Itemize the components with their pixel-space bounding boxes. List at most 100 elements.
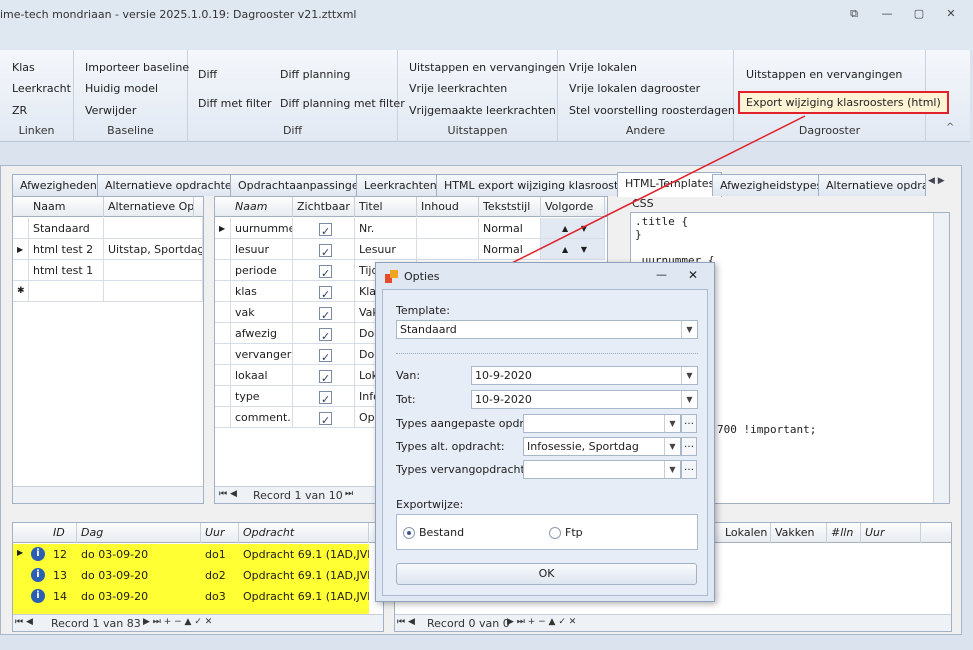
template-alt[interactable] bbox=[104, 260, 203, 281]
table-row[interactable]: i 13 do 03-09-20 do2 Opdracht 69.1 (1AD,… bbox=[13, 565, 369, 586]
field-name[interactable]: klas bbox=[231, 281, 293, 302]
radio-ftp[interactable]: Ftp bbox=[549, 526, 583, 539]
column-header[interactable]: ID bbox=[49, 523, 77, 543]
diff-planning-met-filter-button[interactable]: Diff planning met filter bbox=[280, 97, 405, 110]
radio-icon[interactable] bbox=[549, 527, 561, 539]
uitstappen-vervangingen-button[interactable]: Uitstappen en vervangingen bbox=[409, 61, 565, 74]
field-name[interactable]: comment... bbox=[231, 407, 293, 428]
chevron-down-icon[interactable]: ▼ bbox=[681, 321, 697, 338]
ribbon-collapse-icon[interactable]: ^ bbox=[946, 122, 954, 133]
tab-leerkrachten[interactable]: Leerkrachten bbox=[356, 174, 445, 196]
field-name[interactable]: vervanger bbox=[231, 344, 293, 365]
van-date-field[interactable]: 10-9-2020 ▼ bbox=[471, 366, 698, 385]
verwijder-button[interactable]: Verwijder bbox=[85, 104, 136, 117]
types-aangepaste-select[interactable]: ▼ bbox=[523, 414, 681, 433]
field-name[interactable]: lokaal bbox=[231, 365, 293, 386]
template-name[interactable]: html test 1 bbox=[29, 260, 104, 281]
field-title[interactable]: Lesuur bbox=[355, 239, 417, 260]
horizontal-scrollbar[interactable] bbox=[13, 486, 203, 503]
nav-next-icon[interactable]: ⏭ bbox=[345, 489, 353, 499]
checkbox[interactable] bbox=[319, 326, 332, 343]
field-name[interactable]: type bbox=[231, 386, 293, 407]
chevron-down-icon[interactable]: ▼ bbox=[664, 461, 680, 478]
diff-met-filter-button[interactable]: Diff met filter bbox=[198, 97, 271, 110]
nav-first-icon[interactable]: ⏮ ◀ bbox=[15, 617, 33, 627]
diff-button[interactable]: Diff bbox=[198, 68, 217, 81]
nav-first-icon[interactable]: ⏮ ◀ bbox=[397, 617, 415, 627]
checkbox[interactable] bbox=[319, 242, 332, 259]
dagrooster-uitstappen-button[interactable]: Uitstappen en vervangingen bbox=[746, 68, 902, 81]
ribbon-zr-button[interactable]: ZR bbox=[12, 104, 27, 117]
minimize-button[interactable]: — bbox=[878, 6, 896, 22]
ellipsis-button[interactable]: … bbox=[681, 460, 697, 479]
maximize-button[interactable]: ▢ bbox=[910, 6, 928, 22]
vrije-lokalen-dagrooster-button[interactable]: Vrije lokalen dagrooster bbox=[569, 82, 700, 95]
chevron-down-icon[interactable]: ▼ bbox=[681, 391, 697, 408]
chevron-down-icon[interactable]: ▼ bbox=[664, 415, 680, 432]
restore-icon[interactable]: ⧉ bbox=[845, 6, 863, 22]
radio-icon[interactable] bbox=[403, 527, 415, 539]
column-header[interactable]: Uur bbox=[201, 523, 239, 543]
nav-controls-icon[interactable]: ▶ ⏭ + − ▲ ✓ ✕ bbox=[507, 617, 576, 627]
tab-alternatieve-opdrac[interactable]: Alternatieve opdrac bbox=[818, 174, 926, 196]
field-name[interactable]: vak bbox=[231, 302, 293, 323]
dialog-minimize-button[interactable]: — bbox=[656, 268, 667, 281]
nav-controls-icon[interactable]: ▶ ⏭ + − ▲ ✓ ✕ bbox=[143, 617, 212, 627]
ribbon-leerkracht-button[interactable]: Leerkracht bbox=[12, 82, 71, 95]
column-header[interactable]: Lokalen bbox=[721, 523, 771, 543]
column-header[interactable]: Vakken bbox=[771, 523, 827, 543]
chevron-down-icon[interactable]: ▼ bbox=[664, 438, 680, 455]
tab-scroll-icons[interactable]: ◀ ▶ bbox=[928, 176, 945, 186]
tab-alternatieve-opdrachten[interactable]: Alternatieve opdrachten bbox=[97, 174, 247, 196]
huidig-model-button[interactable]: Huidig model bbox=[85, 82, 158, 95]
checkbox[interactable] bbox=[319, 389, 332, 406]
column-header[interactable]: Alternatieve Opdrac bbox=[104, 197, 194, 217]
column-header[interactable]: Titel bbox=[355, 197, 417, 217]
ellipsis-button[interactable]: … bbox=[681, 437, 697, 456]
vrije-leerkrachten-button[interactable]: Vrije leerkrachten bbox=[409, 82, 507, 95]
tot-date-field[interactable]: 10-9-2020 ▼ bbox=[471, 390, 698, 409]
diff-planning-button[interactable]: Diff planning bbox=[280, 68, 350, 81]
column-header[interactable]: #lln bbox=[827, 523, 861, 543]
ribbon-klas-button[interactable]: Klas bbox=[12, 61, 35, 74]
column-header[interactable]: Naam bbox=[231, 197, 293, 217]
template-alt[interactable] bbox=[104, 218, 203, 239]
checkbox[interactable] bbox=[319, 221, 332, 238]
dialog-close-button[interactable]: ✕ bbox=[688, 268, 698, 282]
template-select[interactable]: Standaard ▼ bbox=[396, 320, 698, 339]
table-row[interactable] bbox=[13, 607, 369, 614]
checkbox[interactable] bbox=[319, 410, 332, 427]
template-alt[interactable]: Uitstap, Sportdag bbox=[104, 239, 203, 260]
table-row[interactable]: ▶ i 12 do 03-09-20 do1 Opdracht 69.1 (1A… bbox=[13, 544, 369, 565]
template-name[interactable]: Standaard bbox=[29, 218, 104, 239]
checkbox[interactable] bbox=[319, 368, 332, 385]
tab-afwezigheden[interactable]: Afwezigheden bbox=[12, 174, 105, 196]
close-button[interactable]: ✕ bbox=[942, 6, 960, 22]
checkbox[interactable] bbox=[319, 305, 332, 322]
table-row[interactable]: i 14 do 03-09-20 do3 Opdracht 69.1 (1AD,… bbox=[13, 586, 369, 607]
vertical-scrollbar[interactable] bbox=[933, 213, 949, 503]
checkbox[interactable] bbox=[319, 284, 332, 301]
radio-bestand[interactable]: Bestand bbox=[403, 526, 464, 539]
importeer-baseline-button[interactable]: Importeer baseline bbox=[85, 61, 189, 74]
column-header[interactable]: Opdracht bbox=[239, 523, 369, 543]
column-header[interactable]: Uur bbox=[861, 523, 921, 543]
template-name[interactable]: html test 2 bbox=[29, 239, 104, 260]
ellipsis-button[interactable]: … bbox=[681, 414, 697, 433]
field-name[interactable]: periode bbox=[231, 260, 293, 281]
vrije-lokalen-button[interactable]: Vrije lokalen bbox=[569, 61, 637, 74]
types-alt-select[interactable]: Infosessie, Sportdag ▼ bbox=[523, 437, 681, 456]
field-name[interactable]: lesuur bbox=[231, 239, 293, 260]
field-name[interactable]: afwezig bbox=[231, 323, 293, 344]
types-verv-select[interactable]: ▼ bbox=[523, 460, 681, 479]
ok-button[interactable]: OK bbox=[396, 563, 697, 585]
export-wijziging-klasroosters-button[interactable]: Export wijziging klasroosters (html) bbox=[738, 91, 949, 114]
tab-opdrachtaanpassingen[interactable]: Opdrachtaanpassingen bbox=[230, 174, 374, 196]
checkbox[interactable] bbox=[319, 263, 332, 280]
checkbox[interactable] bbox=[319, 347, 332, 364]
column-header[interactable]: Zichtbaar bbox=[293, 197, 355, 217]
field-title[interactable]: Nr. bbox=[355, 218, 417, 239]
field-name[interactable]: uurnummer bbox=[231, 218, 293, 239]
chevron-down-icon[interactable]: ▼ bbox=[681, 367, 697, 384]
column-header[interactable]: Naam bbox=[29, 197, 104, 217]
